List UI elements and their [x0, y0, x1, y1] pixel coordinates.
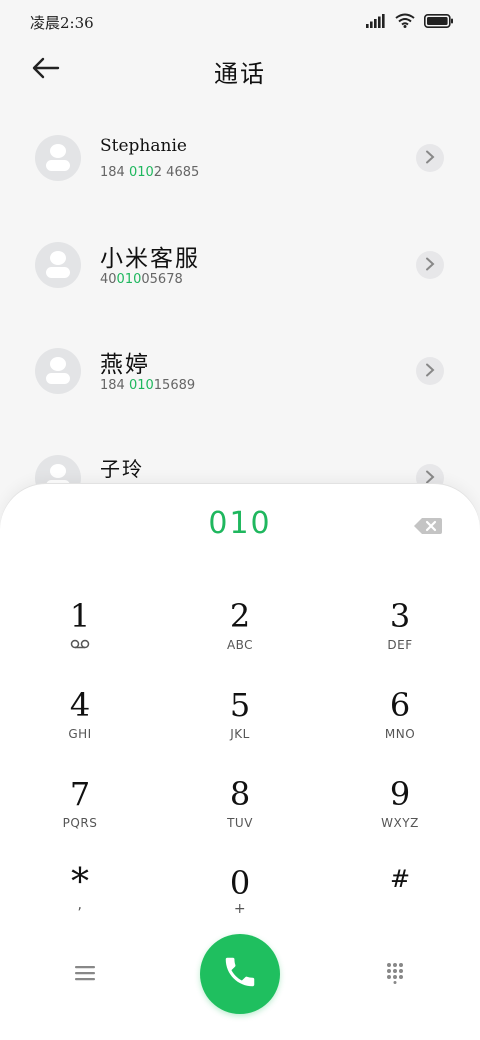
- key-6[interactable]: 6 MNO: [340, 685, 460, 765]
- key-digit: 3: [389, 597, 411, 635]
- phone-icon: [221, 953, 259, 995]
- key-7[interactable]: 7 PQRS: [20, 774, 140, 854]
- key-3[interactable]: 3 DEF: [340, 596, 460, 676]
- backspace-icon: [413, 518, 443, 540]
- avatar: [35, 348, 81, 394]
- menu-button[interactable]: [70, 960, 100, 990]
- contact-detail-button[interactable]: [416, 144, 444, 172]
- contact-name: 子玲: [100, 457, 144, 481]
- wifi-icon: [395, 13, 415, 32]
- key-hash[interactable]: #: [340, 863, 460, 943]
- backspace-button[interactable]: [413, 516, 443, 536]
- call-button[interactable]: [200, 934, 280, 1014]
- key-letters: JKL: [230, 727, 250, 741]
- key-9[interactable]: 9 WXYZ: [340, 774, 460, 854]
- voicemail-icon: [20, 638, 140, 652]
- contact-row[interactable]: Stephanie 184 0102 4685: [0, 106, 480, 213]
- key-digit: 9: [389, 775, 411, 813]
- chevron-right-icon: [425, 362, 435, 381]
- avatar: [35, 242, 81, 288]
- key-digit: 6: [389, 686, 411, 724]
- key-digit: 1: [69, 597, 91, 635]
- key-letters: TUV: [227, 816, 253, 830]
- key-letters: DEF: [387, 638, 413, 652]
- contact-row[interactable]: 燕婷 184 01015689: [0, 319, 480, 426]
- status-time: 凌晨2:36: [30, 14, 94, 32]
- contact-number: 184 0102 4685: [100, 165, 200, 180]
- page-title: 通话: [214, 60, 266, 88]
- avatar: [35, 135, 81, 181]
- status-icons: [366, 13, 454, 32]
- match-highlight: 010: [116, 272, 142, 287]
- bottom-bar: [0, 932, 480, 1016]
- contact-name: Stephanie: [100, 136, 187, 156]
- match-highlight: 010: [128, 165, 154, 180]
- status-bar: 凌晨2:36: [0, 0, 480, 44]
- match-highlight: 010: [128, 378, 154, 393]
- key-digit: 2: [229, 597, 251, 635]
- battery-icon: [424, 13, 454, 32]
- key-0[interactable]: 0 +: [180, 863, 300, 943]
- key-digit: 8: [229, 775, 251, 813]
- contact-detail-button[interactable]: [416, 251, 444, 279]
- key-digit: 4: [69, 686, 91, 724]
- key-digit: #: [389, 865, 411, 893]
- contact-name: 燕婷: [100, 352, 150, 378]
- key-letters: +: [233, 901, 247, 917]
- keypad-icon: [386, 962, 404, 988]
- dialed-number-input[interactable]: 010: [0, 506, 480, 541]
- contact-name: 小米客服: [100, 246, 200, 272]
- menu-icon: [75, 965, 95, 985]
- key-letters: WXYZ: [381, 816, 419, 830]
- header: 通话: [0, 44, 480, 96]
- key-letters: PQRS: [62, 816, 98, 830]
- key-digit: 5: [229, 686, 251, 724]
- chevron-right-icon: [425, 256, 435, 275]
- signal-icon: [366, 13, 386, 32]
- key-letters: ABC: [226, 638, 254, 652]
- key-2[interactable]: 2 ABC: [180, 596, 300, 676]
- key-letters: GHI: [68, 727, 92, 741]
- key-digit: 0: [229, 864, 251, 902]
- key-letters: ,: [77, 897, 83, 913]
- contact-number: 184 01015689: [100, 378, 196, 393]
- keypad-toggle-button[interactable]: [380, 960, 410, 990]
- key-8[interactable]: 8 TUV: [180, 774, 300, 854]
- contact-number: 4001005678: [100, 272, 183, 287]
- key-digit: 7: [69, 775, 91, 813]
- key-1[interactable]: 1: [20, 596, 140, 676]
- chevron-right-icon: [425, 149, 435, 168]
- contact-row[interactable]: 小米客服 4001005678: [0, 213, 480, 320]
- key-star[interactable]: * ,: [20, 863, 140, 943]
- key-letters: MNO: [384, 727, 416, 741]
- key-5[interactable]: 5 JKL: [180, 685, 300, 765]
- key-4[interactable]: 4 GHI: [20, 685, 140, 765]
- contact-detail-button[interactable]: [416, 357, 444, 385]
